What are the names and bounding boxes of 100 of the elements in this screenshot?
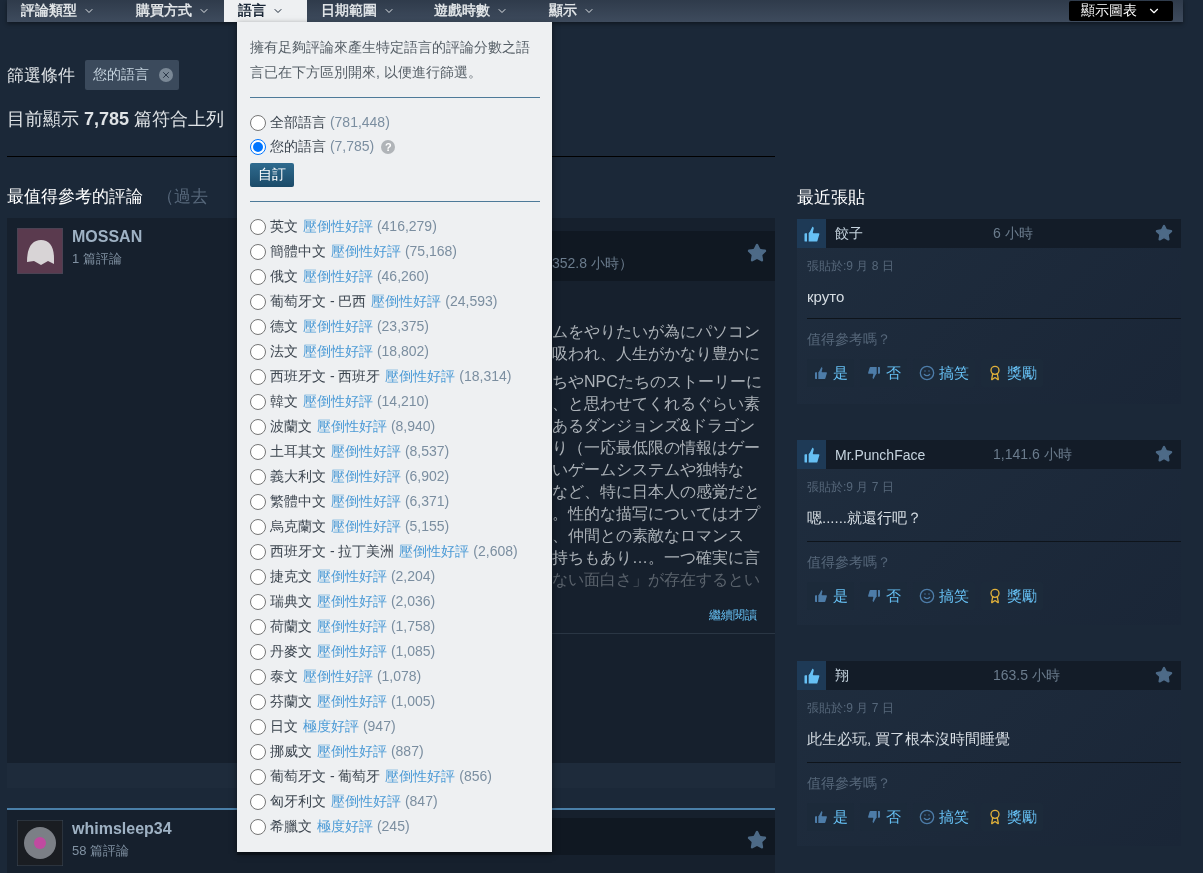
helpful-prompt: 值得參考嗎？	[807, 775, 892, 793]
star-icon[interactable]	[1155, 445, 1173, 463]
language-option[interactable]: 波蘭文 壓倒性好評 (8,940)	[250, 414, 540, 439]
thumbs-up-icon	[813, 365, 829, 381]
language-option[interactable]: 丹麥文 壓倒性好評 (1,085)	[250, 639, 540, 664]
playtime: 163.5 小時	[993, 666, 1060, 685]
language-option[interactable]: 捷克文 壓倒性好評 (2,204)	[250, 564, 540, 589]
radio-button[interactable]	[250, 743, 266, 760]
author-name[interactable]: whimsleep34	[72, 820, 172, 838]
language-option[interactable]: 西班牙文 - 西班牙 壓倒性好評 (18,314)	[250, 364, 540, 389]
language-option[interactable]: 葡萄牙文 - 葡萄牙 壓倒性好評 (856)	[250, 764, 540, 789]
read-more-link[interactable]: 繼續閱讀	[709, 607, 757, 624]
language-option[interactable]: 英文 壓倒性好評 (416,279)	[250, 214, 540, 239]
language-option[interactable]: 法文 壓倒性好評 (18,802)	[250, 339, 540, 364]
radio-button[interactable]	[250, 368, 266, 385]
star-icon[interactable]	[747, 830, 767, 850]
language-option[interactable]: 匈牙利文 壓倒性好評 (847)	[250, 789, 540, 814]
radio-button[interactable]	[250, 593, 266, 610]
award-icon	[987, 588, 1003, 604]
helpful-prompt: 值得參考嗎？	[807, 331, 892, 349]
radio-button[interactable]	[250, 115, 266, 131]
star-icon[interactable]	[1155, 666, 1173, 684]
filter-tab[interactable]: 語言	[224, 0, 307, 22]
language-option[interactable]: 俄文 壓倒性好評 (46,260)	[250, 264, 540, 289]
radio-button[interactable]	[250, 693, 266, 710]
radio-button[interactable]	[250, 618, 266, 635]
radio-button[interactable]	[250, 718, 266, 735]
language-option[interactable]: 簡體中文 壓倒性好評 (75,168)	[250, 239, 540, 264]
option-label: 丹麥文 壓倒性好評 (1,085)	[270, 642, 436, 661]
radio-button[interactable]	[250, 568, 266, 585]
author-name[interactable]: 餃子	[835, 224, 993, 243]
star-icon[interactable]	[1155, 224, 1173, 242]
option-label: 繁體中文 壓倒性好評 (6,371)	[270, 492, 450, 511]
radio-button[interactable]	[250, 493, 266, 510]
filter-tab[interactable]: 日期範圍	[307, 0, 420, 22]
author-name[interactable]: MOSSAN	[72, 228, 143, 246]
radio-button[interactable]	[250, 418, 266, 435]
filter-tab[interactable]: 遊戲時數	[420, 0, 535, 22]
language-option[interactable]: 瑞典文 壓倒性好評 (2,036)	[250, 589, 540, 614]
radio-button[interactable]	[250, 393, 266, 410]
star-icon[interactable]	[747, 243, 767, 263]
smiley-icon	[919, 365, 935, 381]
radio-button[interactable]	[250, 468, 266, 485]
option-label: 英文 壓倒性好評 (416,279)	[270, 217, 437, 236]
language-option[interactable]: 土耳其文 壓倒性好評 (8,537)	[250, 439, 540, 464]
language-option[interactable]: 全部語言 (781,448)	[250, 111, 540, 135]
language-option[interactable]: 希臘文 極度好評 (245)	[250, 814, 540, 839]
language-option[interactable]: 挪威文 壓倒性好評 (887)	[250, 739, 540, 764]
radio-button[interactable]	[250, 643, 266, 660]
filter-tab[interactable]: 顯示	[535, 0, 645, 22]
option-label: 全部語言 (781,448)	[270, 114, 390, 132]
option-label: 烏克蘭文 壓倒性好評 (5,155)	[270, 517, 450, 536]
option-label: 葡萄牙文 - 巴西 壓倒性好評 (24,593)	[270, 292, 498, 311]
dropdown-description: 擁有足夠評論來產生特定語言的評論分數之語言已在下方區別開來, 以便進行篩選。	[250, 38, 531, 82]
remove-icon[interactable]	[159, 68, 173, 82]
filter-tab[interactable]: 評論類型	[7, 0, 122, 22]
review-text-line: いゲームシステムや独特な	[552, 460, 745, 480]
author-name[interactable]: Mr.PunchFace	[835, 446, 993, 463]
filter-label: 篩選條件	[7, 64, 75, 87]
radio-button[interactable]	[250, 243, 266, 260]
radio-button[interactable]	[250, 293, 266, 310]
option-label: 土耳其文 壓倒性好評 (8,537)	[270, 442, 450, 461]
filter-tab[interactable]: 購買方式	[122, 0, 224, 22]
radio-button[interactable]	[250, 268, 266, 285]
radio-button[interactable]	[250, 668, 266, 685]
radio-button[interactable]	[250, 793, 266, 810]
radio-button[interactable]	[250, 343, 266, 360]
option-label: 希臘文 極度好評 (245)	[270, 817, 410, 836]
radio-button[interactable]	[250, 443, 266, 460]
language-option[interactable]: 芬蘭文 壓倒性好評 (1,005)	[250, 689, 540, 714]
language-option[interactable]: 韓文 壓倒性好評 (14,210)	[250, 389, 540, 414]
language-option[interactable]: 泰文 壓倒性好評 (1,078)	[250, 664, 540, 689]
smiley-icon	[919, 588, 935, 604]
chart-button[interactable]: 顯示圖表	[1069, 1, 1173, 21]
language-option[interactable]: 義大利文 壓倒性好評 (6,902)	[250, 464, 540, 489]
option-label: 荷蘭文 壓倒性好評 (1,758)	[270, 617, 436, 636]
language-option[interactable]: 烏克蘭文 壓倒性好評 (5,155)	[250, 514, 540, 539]
option-label: 瑞典文 壓倒性好評 (2,036)	[270, 592, 436, 611]
option-label: 西班牙文 - 拉丁美洲 壓倒性好評 (2,608)	[270, 542, 518, 561]
thumbs-down-icon	[866, 588, 882, 604]
language-option[interactable]: 您的語言 (7,785) ?	[250, 135, 540, 159]
language-option[interactable]: 葡萄牙文 - 巴西 壓倒性好評 (24,593)	[250, 289, 540, 314]
radio-button[interactable]	[250, 139, 266, 155]
radio-button[interactable]	[250, 543, 266, 560]
radio-button[interactable]	[250, 318, 266, 335]
radio-button[interactable]	[250, 518, 266, 535]
language-option[interactable]: 德文 壓倒性好評 (23,375)	[250, 314, 540, 339]
customize-button[interactable]: 自訂	[250, 163, 294, 187]
language-option[interactable]: 西班牙文 - 拉丁美洲 壓倒性好評 (2,608)	[250, 539, 540, 564]
author-name[interactable]: 翔	[835, 666, 993, 685]
helpful-prompt: 值得參考嗎？	[807, 554, 892, 572]
radio-button[interactable]	[250, 218, 266, 235]
language-option[interactable]: 荷蘭文 壓倒性好評 (1,758)	[250, 614, 540, 639]
radio-button[interactable]	[250, 818, 266, 835]
radio-button[interactable]	[250, 768, 266, 785]
review-text-line: 持ちもあり…。一つ確実に言	[552, 548, 761, 568]
award-icon	[987, 809, 1003, 825]
language-option[interactable]: 繁體中文 壓倒性好評 (6,371)	[250, 489, 540, 514]
language-option[interactable]: 日文 極度好評 (947)	[250, 714, 540, 739]
review-text-line: ない面白さ」が存在するとい	[552, 570, 761, 590]
